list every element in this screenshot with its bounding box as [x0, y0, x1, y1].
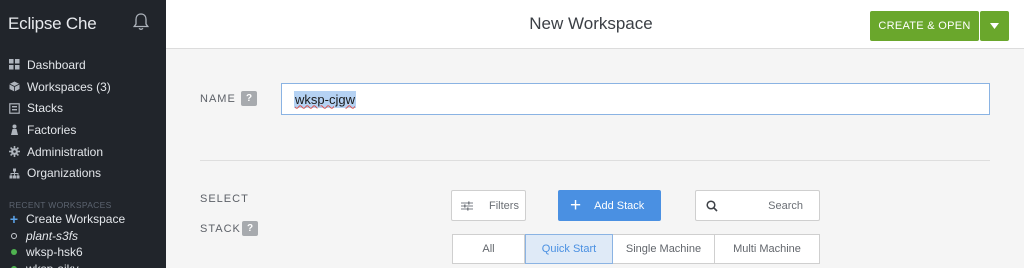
sidebar-item-dashboard[interactable]: Dashboard — [0, 54, 166, 76]
plus-icon: + — [9, 211, 19, 228]
stack-help-icon[interactable]: ? — [242, 221, 258, 236]
create-open-button[interactable]: CREATE & OPEN — [870, 11, 979, 41]
name-help-icon[interactable]: ? — [241, 91, 257, 106]
stack-search-input[interactable]: Search — [695, 190, 820, 221]
status-running-icon — [9, 249, 19, 256]
recent-item-label: Create Workspace — [26, 212, 126, 227]
recent-item-label: wksp-ajkv — [26, 262, 79, 268]
sidebar-item-administration[interactable]: Administration — [0, 141, 166, 163]
tab-multi-machine[interactable]: Multi Machine — [715, 235, 819, 263]
recent-workspace-item[interactable]: wksp-hsk6 — [0, 244, 166, 261]
status-stopped-icon — [9, 232, 19, 239]
sidebar-nav: Dashboard Workspaces (3) Stacks Factorie… — [0, 54, 166, 184]
workspace-name-input[interactable]: wksp-cjgw — [281, 83, 990, 115]
recent-item-label: wksp-hsk6 — [26, 245, 83, 260]
create-workspace-link[interactable]: + Create Workspace — [0, 211, 166, 228]
select-stack-label: STACK — [200, 223, 241, 235]
sidebar-item-label: Workspaces (3) — [27, 79, 111, 94]
select-stack-label: SELECT — [200, 193, 249, 205]
stack-type-tabs: All Quick Start Single Machine Multi Mac… — [452, 234, 820, 264]
dashboard-icon — [9, 59, 20, 70]
tab-all[interactable]: All — [453, 235, 525, 263]
recent-workspaces-list: + Create Workspace plant-s3fs wksp-hsk6 … — [0, 211, 166, 268]
sidebar-item-label: Factories — [27, 122, 77, 137]
name-label: NAME — [200, 93, 236, 105]
sliders-icon — [461, 201, 473, 211]
sidebar: Eclipse Che Dashboard Workspaces (3) Sta… — [0, 0, 166, 268]
search-placeholder: Search — [768, 199, 803, 212]
sidebar-item-label: Organizations — [27, 166, 102, 181]
create-options-dropdown-button[interactable] — [980, 11, 1009, 41]
recent-workspace-item[interactable]: wksp-ajkv — [0, 261, 166, 268]
chevron-down-icon — [990, 23, 999, 29]
cube-icon — [9, 81, 20, 92]
gear-icon — [9, 146, 20, 158]
sidebar-item-label: Administration — [27, 144, 104, 159]
sidebar-item-label: Dashboard — [27, 57, 86, 72]
stack-icon — [9, 102, 20, 114]
page-header: New Workspace CREATE & OPEN — [166, 0, 1024, 49]
sidebar-item-factories[interactable]: Factories — [0, 119, 166, 141]
section-divider — [200, 160, 990, 161]
search-icon — [706, 199, 718, 212]
factory-icon — [9, 124, 20, 136]
filters-label: Filters — [489, 199, 519, 212]
sidebar-item-workspaces[interactable]: Workspaces (3) — [0, 76, 166, 98]
recent-workspace-item[interactable]: plant-s3fs — [0, 228, 166, 245]
plus-icon: + — [570, 195, 582, 216]
add-stack-label: Add Stack — [594, 199, 645, 212]
recent-workspaces-heading: RECENT WORKSPACES — [9, 200, 112, 210]
brand-logo[interactable]: Eclipse Che — [8, 14, 97, 34]
filters-button[interactable]: Filters — [451, 190, 526, 221]
sidebar-item-organizations[interactable]: Organizations — [0, 162, 166, 184]
org-icon — [9, 168, 20, 179]
bell-icon[interactable] — [132, 12, 150, 32]
tab-single-machine[interactable]: Single Machine — [613, 235, 715, 263]
tab-quick-start[interactable]: Quick Start — [525, 234, 613, 264]
add-stack-button[interactable]: + Add Stack — [558, 190, 661, 221]
workspace-name-value: wksp-cjgw — [294, 90, 356, 108]
sidebar-item-stacks[interactable]: Stacks — [0, 97, 166, 119]
recent-item-label: plant-s3fs — [26, 228, 79, 243]
sidebar-item-label: Stacks — [27, 101, 64, 116]
workspace-form: NAME ? wksp-cjgw SELECT STACK ? Filters … — [166, 50, 1024, 268]
